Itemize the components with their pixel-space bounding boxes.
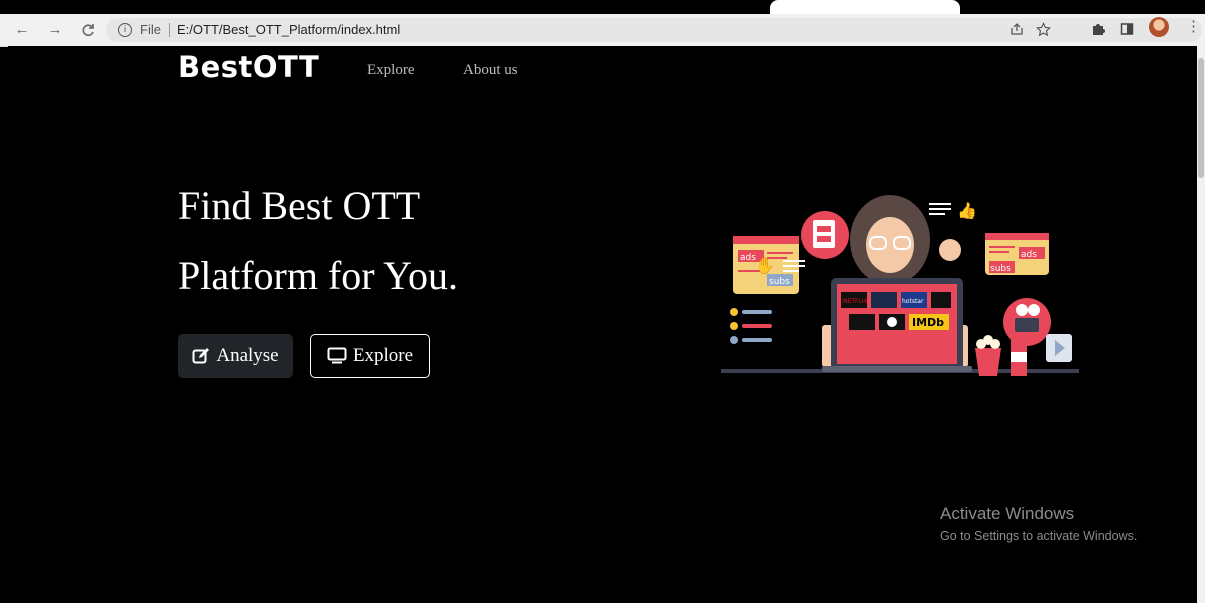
hero-illustration: ads subs ✋ NETFLIX hotstar IMDb 👍 ads su… [721, 195, 1079, 376]
monitor-icon [327, 347, 347, 364]
reload-icon[interactable] [78, 20, 98, 40]
separator [169, 23, 170, 37]
analyse-label: Analyse [216, 345, 279, 366]
browser-toolbar: ← → i File E:/OTT/Best_OTT_Platform/inde… [0, 14, 1205, 47]
thumbs-up-icon: 👍 [957, 201, 977, 220]
scroll-thumb[interactable] [1198, 58, 1204, 178]
imdb-logo-text: IMDb [912, 316, 944, 329]
active-tab[interactable] [770, 0, 960, 14]
tab-strip [0, 0, 1205, 14]
explore-button[interactable]: Explore [310, 334, 430, 378]
edit-icon [192, 348, 210, 364]
url-text[interactable]: E:/OTT/Best_OTT_Platform/index.html [177, 22, 400, 37]
subs-label-right: subs [990, 264, 1011, 274]
hero-title-line1: Find Best OTT [178, 183, 421, 228]
scheme-label: File [140, 22, 161, 37]
scrollbar[interactable] [1197, 46, 1205, 603]
nav-link-explore[interactable]: Explore [367, 62, 414, 79]
bookmark-star-icon[interactable] [1034, 22, 1052, 40]
ads-label-left: ads [740, 253, 756, 263]
subs-label-left: subs [769, 277, 790, 287]
forward-icon[interactable]: → [45, 20, 65, 40]
side-panel-icon[interactable] [1118, 22, 1136, 40]
brand-logo[interactable]: BestOTT [178, 50, 319, 84]
analyse-button[interactable]: Analyse [178, 334, 293, 378]
extensions-icon[interactable] [1089, 22, 1107, 40]
info-icon[interactable]: i [118, 23, 132, 37]
profile-avatar[interactable] [1149, 17, 1169, 37]
hero-title-line2: Platform for You. [178, 253, 459, 298]
explore-label: Explore [352, 345, 414, 366]
nav-link-about[interactable]: About us [463, 62, 518, 79]
netflix-logo-text: NETFLIX [843, 298, 868, 305]
windows-activation-subtitle: Go to Settings to activate Windows. [940, 529, 1138, 543]
address-bar[interactable]: i File E:/OTT/Best_OTT_Platform/index.ht… [106, 18, 1202, 42]
menu-kebab-icon[interactable]: ⋮ [1186, 18, 1201, 36]
back-icon[interactable]: ← [12, 20, 32, 40]
thumbs-down-icon: ✋ [755, 256, 775, 275]
share-icon[interactable] [1008, 22, 1026, 40]
windows-activation-title: Activate Windows [940, 504, 1075, 523]
hotstar-logo-text: hotstar [902, 298, 924, 305]
ads-label-right: ads [1021, 250, 1037, 260]
